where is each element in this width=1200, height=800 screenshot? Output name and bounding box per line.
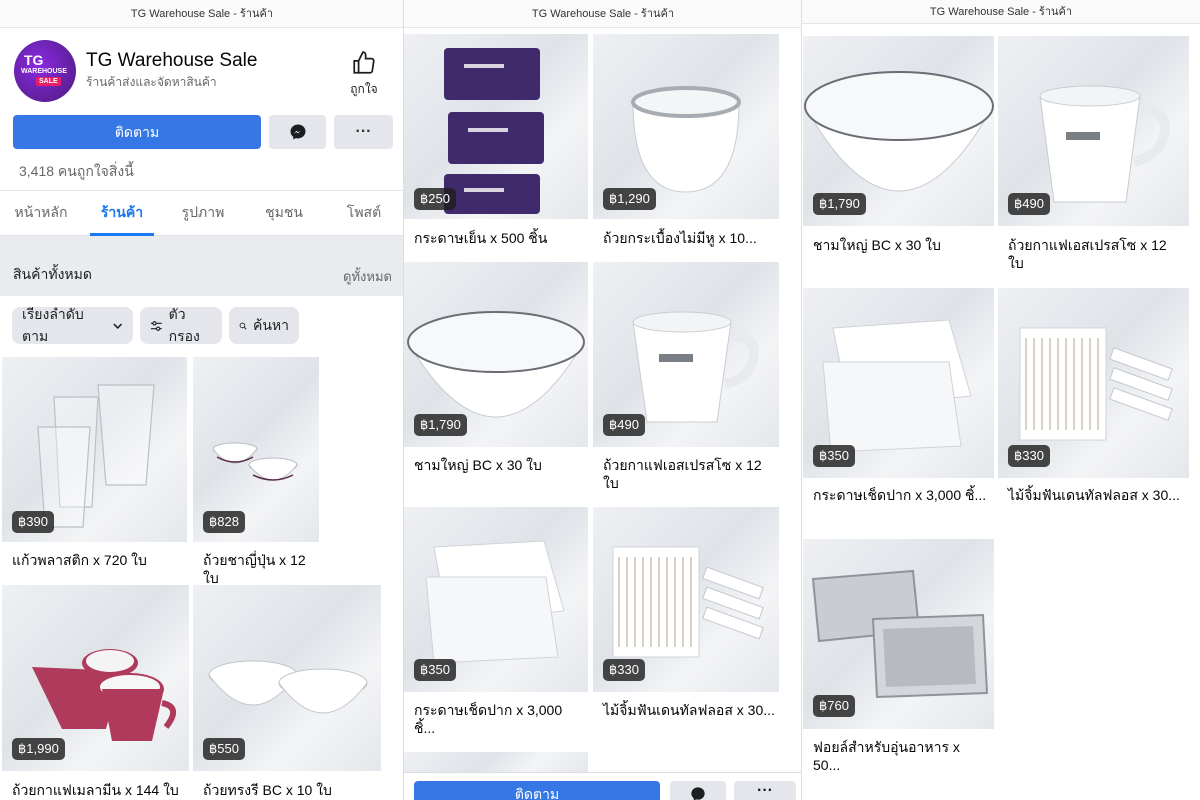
product-card[interactable]: ฿828 ถ้วยชาญี่ปุ่น x 12 ใบ [193,357,319,586]
window-title: TG Warehouse Sale - ร้านค้า [802,0,1200,24]
product-image-partial[interactable] [404,752,588,772]
view-all-link[interactable]: ดูทั้งหมด [343,266,392,287]
shop-panel-main: TG Warehouse Sale - ร้านค้า TG WAREHOUSE… [0,0,404,800]
search-icon [239,322,247,329]
follow-button[interactable]: ติดตาม [414,781,660,800]
likes-count: 3,418 คนถูกใจสิ่งนี้ [19,163,134,179]
price-badge: ฿828 [203,511,245,533]
follow-button[interactable]: ติดตาม [13,115,261,149]
product-name[interactable]: กระดาษเย็น x 500 ชิ้น [414,229,584,247]
avatar-text-tg: TG [24,52,44,68]
price-badge: ฿1,290 [603,188,656,210]
product-card[interactable]: ฿250 กระดาษเย็น x 500 ชิ้น [404,34,588,260]
filter-button[interactable]: ตัวกรอง [140,306,222,344]
page-category: ร้านค้าส่งและจัดหาสินค้า [86,75,217,89]
product-card[interactable]: ฿1,290 ถ้วยกระเบื้องไม่มีหู x 10... [593,34,779,260]
avatar-text-sale: SALE [36,77,61,86]
price-badge: ฿350 [414,659,456,681]
bottom-action-bar: ติดตาม ··· [404,772,802,800]
all-products-title: สินค้าทั้งหมด [13,266,92,282]
page-tabs: หน้าหลัก ร้านค้า รูปภาพ ชุมชน โพสต์ [0,190,404,236]
price-badge: ฿760 [813,695,855,717]
tab-shop[interactable]: ร้านค้า [90,191,154,236]
price-badge: ฿330 [1008,445,1050,467]
product-name[interactable]: ไม้จิ้มฟันเดนทัลฟลอส x 30... [1008,486,1185,504]
product-card[interactable]: ฿350 กระดาษเช็ดปาก x 3,000 ชิ้... [803,288,994,538]
product-card[interactable]: ฿1,990 ถ้วยกาแฟเมลามีน x 144 ใบ [2,585,189,800]
product-card[interactable]: ฿760 ฟอยล์สำหรับอุ่นอาหาร x 50... [803,539,994,779]
price-badge: ฿390 [12,511,54,533]
price-badge: ฿330 [603,659,645,681]
product-card[interactable]: ฿350 กระดาษเช็ดปาก x 3,000 ชิ้... [404,507,588,751]
search-label: ค้นหา [252,316,289,333]
price-badge: ฿350 [813,445,855,467]
page-title[interactable]: TG Warehouse Sale [86,50,257,72]
product-card[interactable] [404,752,588,772]
product-name[interactable]: กระดาษเช็ดปาก x 3,000 ชิ้... [414,701,584,737]
window-title: TG Warehouse Sale - ร้านค้า [404,0,802,28]
avatar[interactable]: TG WAREHOUSE SALE [14,40,76,102]
product-name[interactable]: ถ้วยกาแฟเมลามีน x 144 ใบ [12,781,185,799]
sort-label: เรียงลำดับตาม [22,305,84,344]
avatar-text-warehouse: WAREHOUSE [21,68,67,75]
product-name[interactable]: ฟอยล์สำหรับอุ่นอาหาร x 50... [813,738,990,774]
page-header: TG WAREHOUSE SALE TG Warehouse Sale ร้าน… [0,28,404,188]
tab-home[interactable]: หน้าหลัก [8,191,74,236]
messenger-icon [290,124,305,140]
shop-panel-scrolled: TG Warehouse Sale - ร้านค้า ฿250 กระดาษเ… [404,0,802,800]
product-name[interactable]: ชามใหญ่ BC x 30 ใบ [813,236,990,254]
product-card[interactable]: ฿490 ถ้วยกาแฟเอสเปรสโซ x 12 ใบ [998,36,1189,286]
price-badge: ฿1,790 [414,414,467,436]
product-name[interactable]: ถ้วยกาแฟเอสเปรสโซ x 12 ใบ [603,456,775,492]
window-title: TG Warehouse Sale - ร้านค้า [0,0,404,28]
more-options-button[interactable]: ··· [334,115,393,149]
thumbs-up-icon [353,51,375,74]
price-badge: ฿1,990 [12,738,65,760]
product-name[interactable]: ไม้จิ้มฟันเดนทัลฟลอส x 30... [603,701,775,719]
product-name[interactable]: ชามใหญ่ BC x 30 ใบ [414,456,584,474]
tab-photos[interactable]: รูปภาพ [170,191,236,236]
product-card[interactable]: ฿330 ไม้จิ้มฟันเดนทัลฟลอส x 30... [593,507,779,751]
product-card[interactable]: ฿490 ถ้วยกาแฟเอสเปรสโซ x 12 ใบ [593,262,779,506]
tab-community[interactable]: ชุมชน [254,191,314,236]
more-options-button[interactable]: ··· [734,781,796,800]
product-card[interactable]: ฿390 แก้วพลาสติก x 720 ใบ [2,357,187,582]
product-card[interactable]: ฿1,790 ชามใหญ่ BC x 30 ใบ [404,262,588,506]
price-badge: ฿250 [414,188,456,210]
product-name[interactable]: ถ้วยกระเบื้องไม่มีหู x 10... [603,229,775,247]
product-name[interactable]: แก้วพลาสติก x 720 ใบ [12,551,183,569]
filter-label: ตัวกรอง [168,305,200,344]
sliders-icon [150,320,162,331]
product-card[interactable]: ฿330 ไม้จิ้มฟันเดนทัลฟลอส x 30... [998,288,1189,538]
all-products-header: สินค้าทั้งหมด ดูทั้งหมด [0,236,404,296]
product-name[interactable]: ถ้วยชาญี่ปุ่น x 12 ใบ [203,551,315,587]
product-card[interactable]: ฿550 ถ้วยทรงรี BC x 10 ใบ [193,585,381,800]
messenger-icon [691,787,705,800]
price-badge: ฿550 [203,738,245,760]
price-badge: ฿490 [603,414,645,436]
like-button[interactable]: ถูกใจ [342,50,386,99]
tab-posts[interactable]: โพสต์ [334,191,394,236]
product-name[interactable]: ถ้วยกาแฟเอสเปรสโซ x 12 ใบ [1008,236,1185,272]
shop-panel-bottom: TG Warehouse Sale - ร้านค้า ฿1,790 ชามให… [802,0,1200,800]
like-label: ถูกใจ [350,82,378,96]
messenger-button[interactable] [670,781,726,800]
product-name[interactable]: กระดาษเช็ดปาก x 3,000 ชิ้... [813,486,990,504]
sort-dropdown[interactable]: เรียงลำดับตาม [12,306,133,344]
price-badge: ฿1,790 [813,193,866,215]
chevron-down-icon [112,323,122,329]
search-button[interactable]: ค้นหา [229,307,299,344]
product-card[interactable]: ฿1,790 ชามใหญ่ BC x 30 ใบ [803,36,994,286]
messenger-button[interactable] [269,115,326,149]
product-name[interactable]: ถ้วยทรงรี BC x 10 ใบ [203,781,377,799]
price-badge: ฿490 [1008,193,1050,215]
